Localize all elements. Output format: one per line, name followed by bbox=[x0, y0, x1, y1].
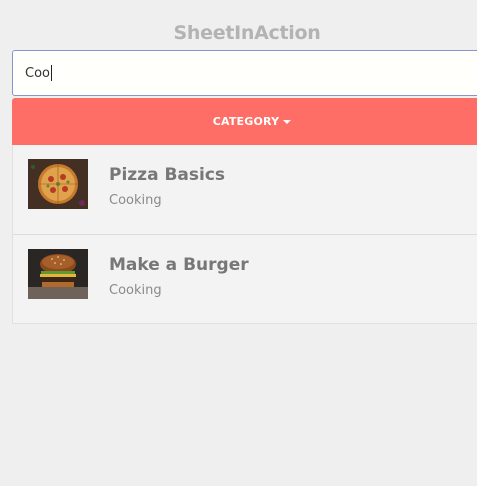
search-input[interactable]: Coo bbox=[12, 50, 477, 96]
app-title: SheetInAction bbox=[173, 22, 321, 44]
results-list: Pizza Basics Cooking Make a Burger Cooki… bbox=[12, 145, 477, 324]
item-category: Cooking bbox=[109, 193, 162, 208]
search-input-value[interactable]: Coo bbox=[25, 66, 50, 81]
text-cursor bbox=[50, 65, 52, 81]
item-title: Make a Burger bbox=[109, 255, 249, 275]
item-category: Cooking bbox=[109, 283, 162, 298]
burger-image bbox=[28, 249, 88, 299]
list-item[interactable]: Pizza Basics Cooking bbox=[13, 145, 477, 235]
caret-down-icon bbox=[283, 120, 292, 124]
item-title: Pizza Basics bbox=[109, 165, 226, 185]
app-root: SheetInAction Coo CATEGORY Pizza Basics … bbox=[0, 0, 477, 486]
list-item[interactable]: Make a Burger Cooking bbox=[13, 235, 477, 323]
category-dropdown-button[interactable]: CATEGORY bbox=[12, 98, 477, 145]
pizza-image bbox=[28, 159, 88, 209]
category-button-label: CATEGORY bbox=[212, 115, 280, 128]
